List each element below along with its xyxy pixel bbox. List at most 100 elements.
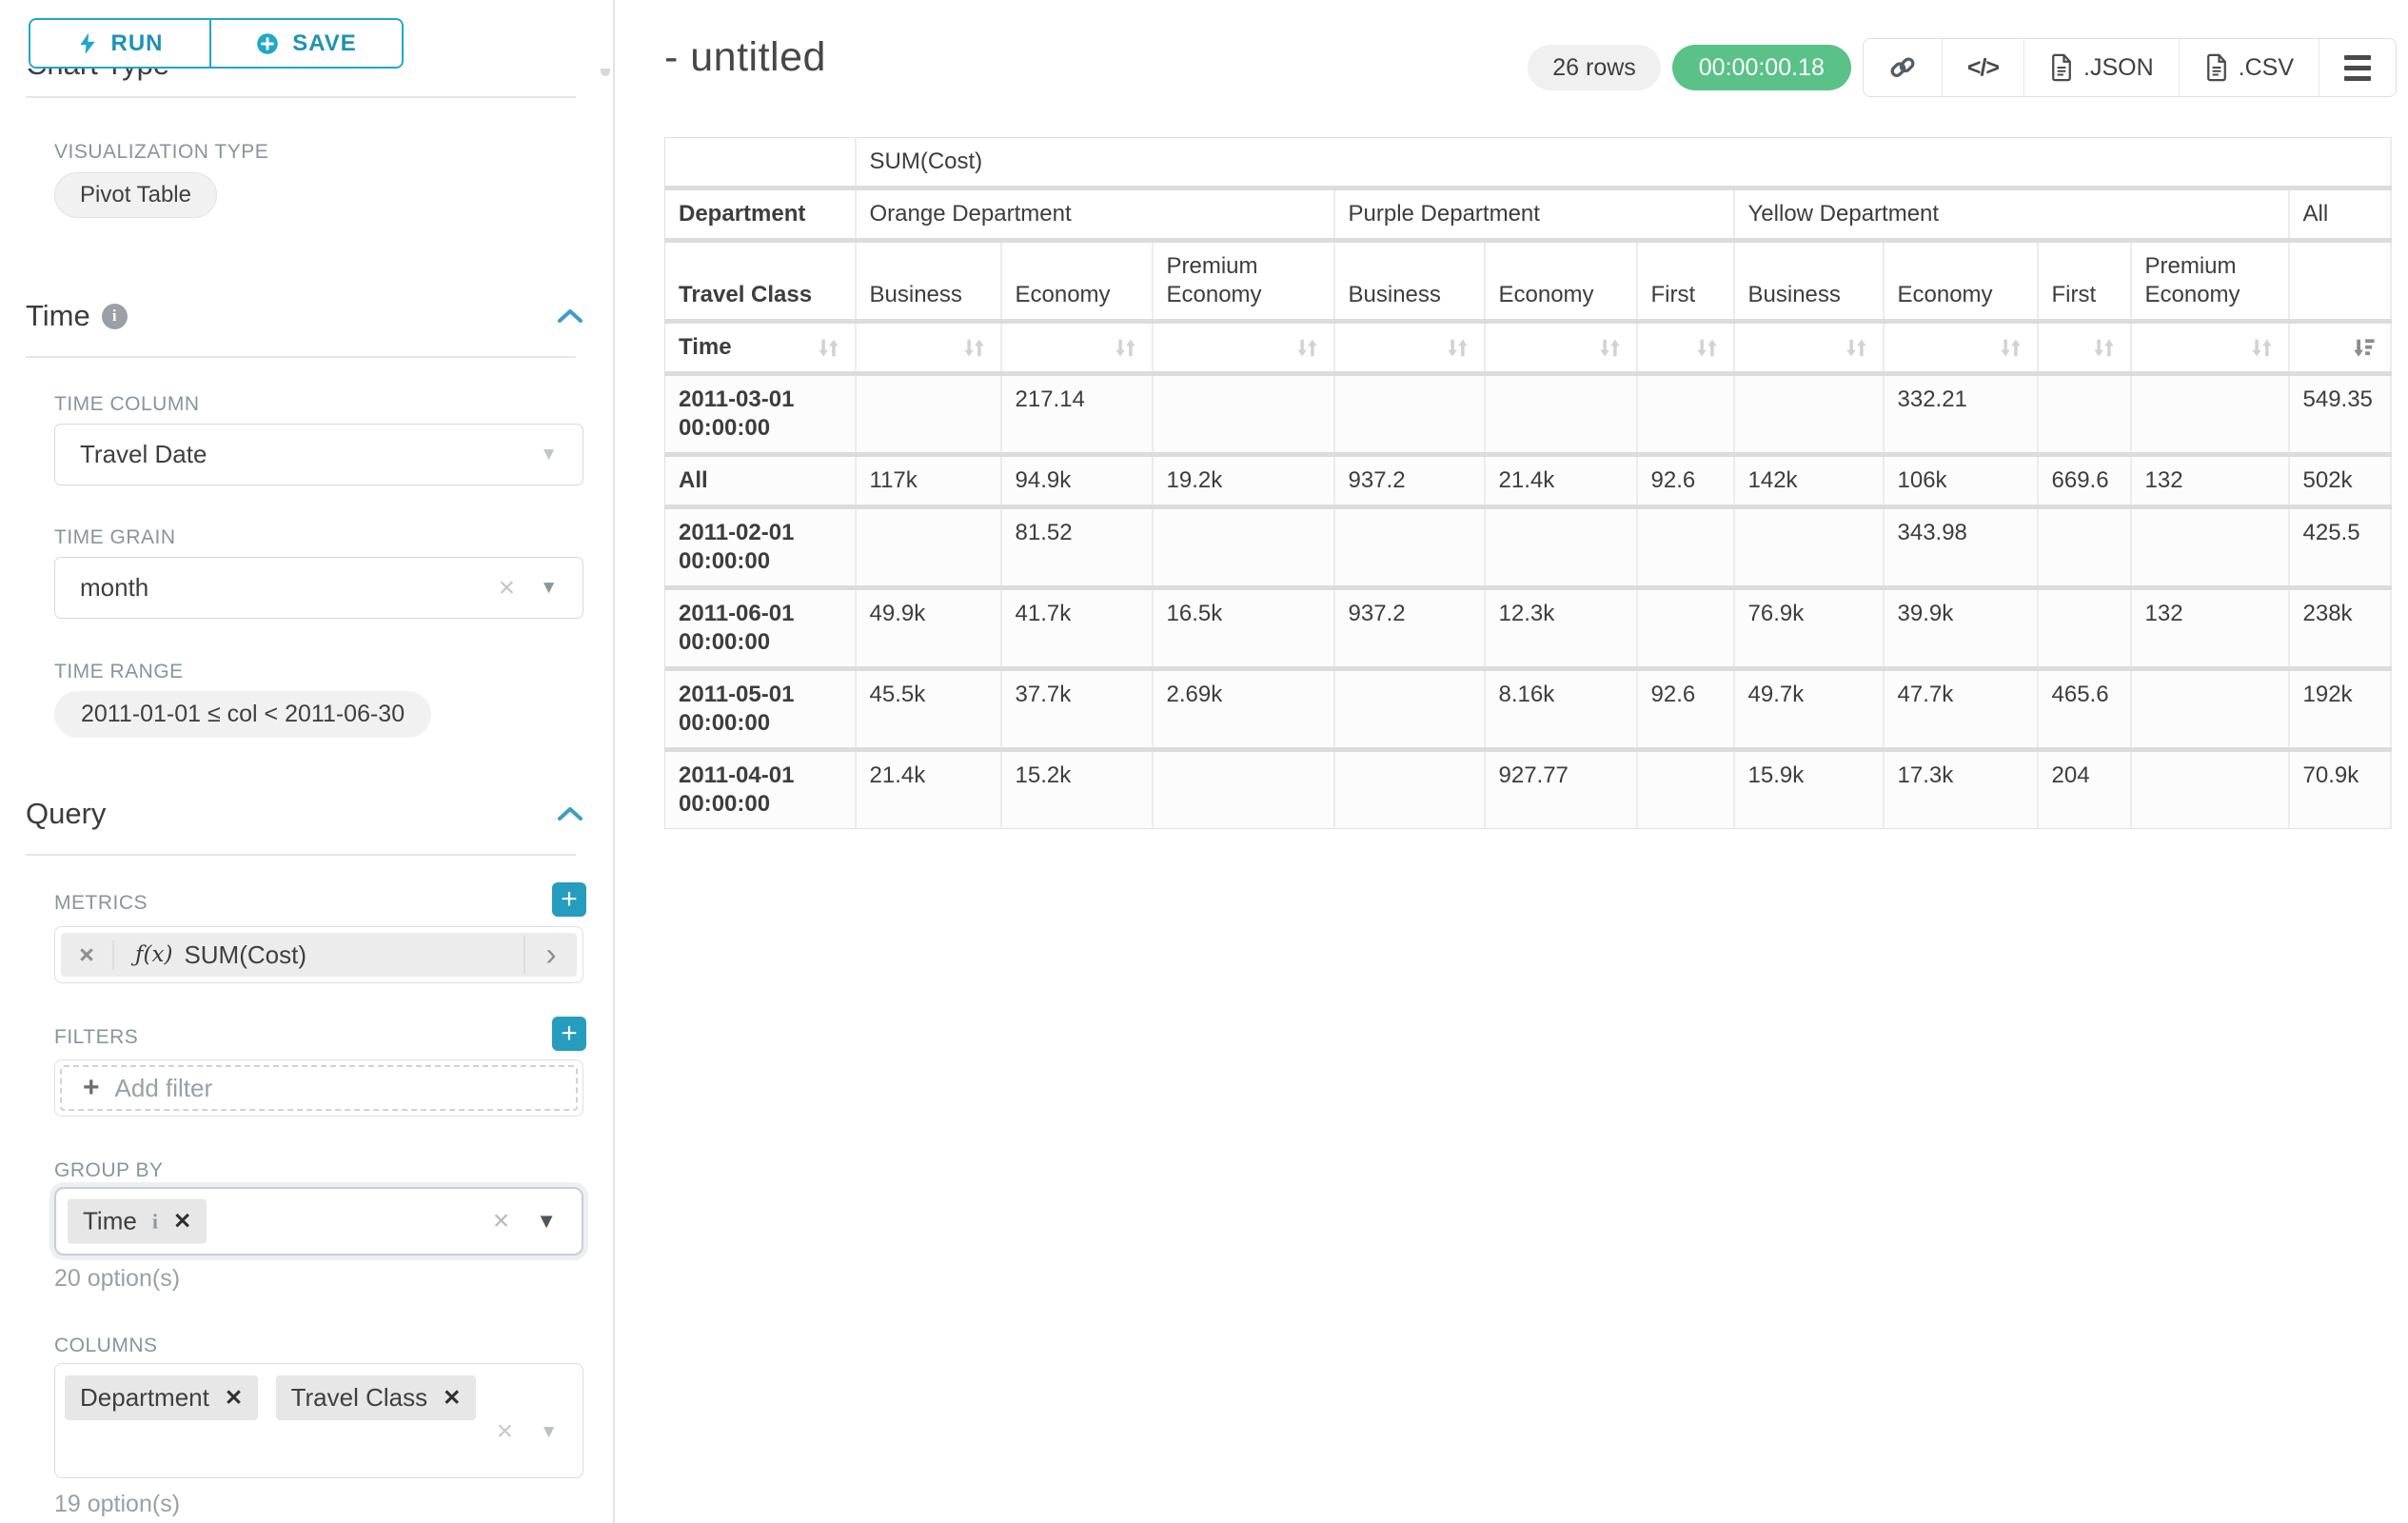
sort-icon[interactable] (961, 335, 987, 361)
row-header: 2011-02-01 00:00:00 (665, 507, 856, 588)
row-header: 2011-05-01 00:00:00 (665, 669, 856, 750)
bolt-icon (77, 32, 98, 55)
col-header: Business (856, 241, 1001, 322)
group-by-options-count: 20 option(s) (54, 1265, 180, 1293)
columns-label: COLUMNS (54, 1335, 158, 1357)
sort-header-cell (2131, 322, 2289, 374)
chevron-right-icon[interactable]: › (523, 936, 577, 975)
add-filter-button[interactable]: + Add filter (60, 1065, 578, 1111)
sort-icon[interactable] (2249, 335, 2275, 361)
sort-icon[interactable] (1694, 335, 1720, 361)
query-section-title: Query (26, 797, 106, 831)
table-row: 2011-03-01 00:00:00 217.14 332.21 549.35 (665, 374, 2391, 455)
more-options-button[interactable] (2319, 39, 2396, 96)
row-count-badge: 26 rows (1528, 45, 1661, 90)
col-header: Premium Economy (1153, 241, 1334, 322)
time-column-value: Travel Date (80, 440, 207, 469)
row-header: 2011-04-01 00:00:00 (665, 750, 856, 829)
link-icon (1888, 53, 1917, 82)
code-icon: </> (1967, 54, 1999, 82)
menu-icon (2344, 55, 2371, 81)
superset-explore-view: Chart Type RUN SAVE (0, 0, 2408, 1523)
share-link-button[interactable] (1864, 39, 1942, 96)
sort-header-cell (1153, 322, 1334, 374)
tag-label: Travel Class (291, 1383, 428, 1413)
save-button[interactable]: SAVE (211, 20, 402, 67)
result-toolbar: 26 rows 00:00:00.18 </> .JSON .CSV (1528, 38, 2397, 97)
add-metric-button[interactable]: + (552, 882, 586, 917)
metric-name: SUM(Cost) (184, 940, 306, 970)
sort-icon[interactable] (2091, 335, 2117, 361)
view-query-button[interactable]: </> (1942, 39, 2023, 96)
sort-header-cell (1637, 322, 1734, 374)
remove-tag-icon[interactable]: ✕ (443, 1385, 461, 1411)
caret-down-icon[interactable]: ▼ (540, 1423, 558, 1441)
metrics-control: × ƒ(x) SUM(Cost) › (54, 926, 583, 983)
clear-icon[interactable]: × (499, 574, 516, 603)
caret-down-icon[interactable]: ▼ (540, 445, 558, 464)
col-header: Business (1734, 241, 1884, 322)
travel-class-dim-header: Travel Class (665, 241, 856, 322)
time-range-pill[interactable]: 2011-01-01 ≤ col < 2011-06-30 (54, 691, 431, 738)
add-filter-plus-button[interactable]: + (552, 1017, 586, 1051)
info-icon[interactable]: i (152, 1209, 158, 1234)
chart-title[interactable]: - untitled (664, 34, 826, 81)
sort-icon[interactable] (1844, 335, 1869, 361)
filters-control: + Add filter (54, 1059, 583, 1117)
export-json-button[interactable]: .JSON (2023, 39, 2179, 96)
run-button[interactable]: RUN (30, 20, 211, 67)
caret-down-icon[interactable]: ▼ (536, 1211, 557, 1232)
time-column-select[interactable]: Travel Date ▼ (54, 424, 583, 485)
metric-item[interactable]: × ƒ(x) SUM(Cost) › (61, 933, 577, 977)
run-button-label: RUN (111, 30, 164, 57)
col-header: Economy (1001, 241, 1153, 322)
info-icon: i (102, 304, 128, 329)
sort-icon[interactable] (1445, 335, 1470, 361)
tag-label: Department (80, 1383, 209, 1413)
remove-tag-icon[interactable]: ✕ (225, 1385, 243, 1411)
group-by-tag[interactable]: Time i ✕ (68, 1199, 207, 1244)
clear-icon[interactable]: × (497, 1417, 514, 1446)
remove-tag-icon[interactable]: ✕ (173, 1209, 191, 1235)
clear-icon[interactable]: × (493, 1207, 510, 1236)
columns-tag[interactable]: Travel Class ✕ (276, 1375, 477, 1420)
columns-tags: Department ✕ Travel Class ✕ (65, 1375, 489, 1420)
row-header: 2011-03-01 00:00:00 (665, 374, 856, 455)
table-row: All 117k 94.9k 19.2k 937.2 21.4k 92.6 14… (665, 455, 2391, 507)
viz-type-label: VISUALIZATION TYPE (54, 141, 268, 164)
sort-desc-icon[interactable] (2351, 335, 2377, 361)
columns-options-count: 19 option(s) (54, 1491, 180, 1518)
time-section-title: Time (26, 299, 90, 333)
query-section-header[interactable]: Query (26, 797, 585, 831)
sort-icon[interactable] (816, 335, 841, 361)
group-by-select[interactable]: Time i ✕ × ▼ (54, 1187, 583, 1256)
columns-tag[interactable]: Department ✕ (65, 1375, 258, 1420)
sort-icon[interactable] (1113, 335, 1138, 361)
sort-header-cell (1884, 322, 2038, 374)
time-grain-value: month (80, 573, 148, 603)
department-dim-header: Department (665, 188, 856, 241)
columns-select[interactable]: Department ✕ Travel Class ✕ × ▼ (54, 1363, 583, 1478)
collapse-chevron-icon[interactable] (555, 306, 585, 326)
export-csv-button[interactable]: .CSV (2179, 39, 2319, 96)
caret-down-icon[interactable]: ▼ (540, 579, 558, 597)
remove-metric-icon[interactable]: × (61, 940, 114, 970)
tag-label: Time (83, 1207, 137, 1236)
sort-icon[interactable] (1597, 335, 1623, 361)
query-timer-badge: 00:00:00.18 (1672, 45, 1851, 90)
sort-icon[interactable] (1998, 335, 2023, 361)
viz-type-value-pill[interactable]: Pivot Table (54, 172, 217, 218)
group-by-label: GROUP BY (54, 1159, 163, 1182)
filters-label: FILTERS (54, 1026, 138, 1049)
section-divider (26, 356, 576, 358)
file-icon (2049, 53, 2074, 82)
col-group-header: Orange Department (856, 188, 1334, 241)
sort-icon[interactable] (1294, 335, 1320, 361)
section-divider (26, 96, 576, 98)
table-row: 2011-02-01 00:00:00 81.52 343.98 425.5 (665, 507, 2391, 588)
pivot-table-container: SUM(Cost) Department Orange Department P… (664, 137, 2392, 829)
corner-cell (665, 138, 856, 188)
time-section-header[interactable]: Time i (26, 299, 585, 333)
time-grain-select[interactable]: month × ▼ (54, 557, 583, 619)
collapse-chevron-icon[interactable] (555, 803, 585, 824)
